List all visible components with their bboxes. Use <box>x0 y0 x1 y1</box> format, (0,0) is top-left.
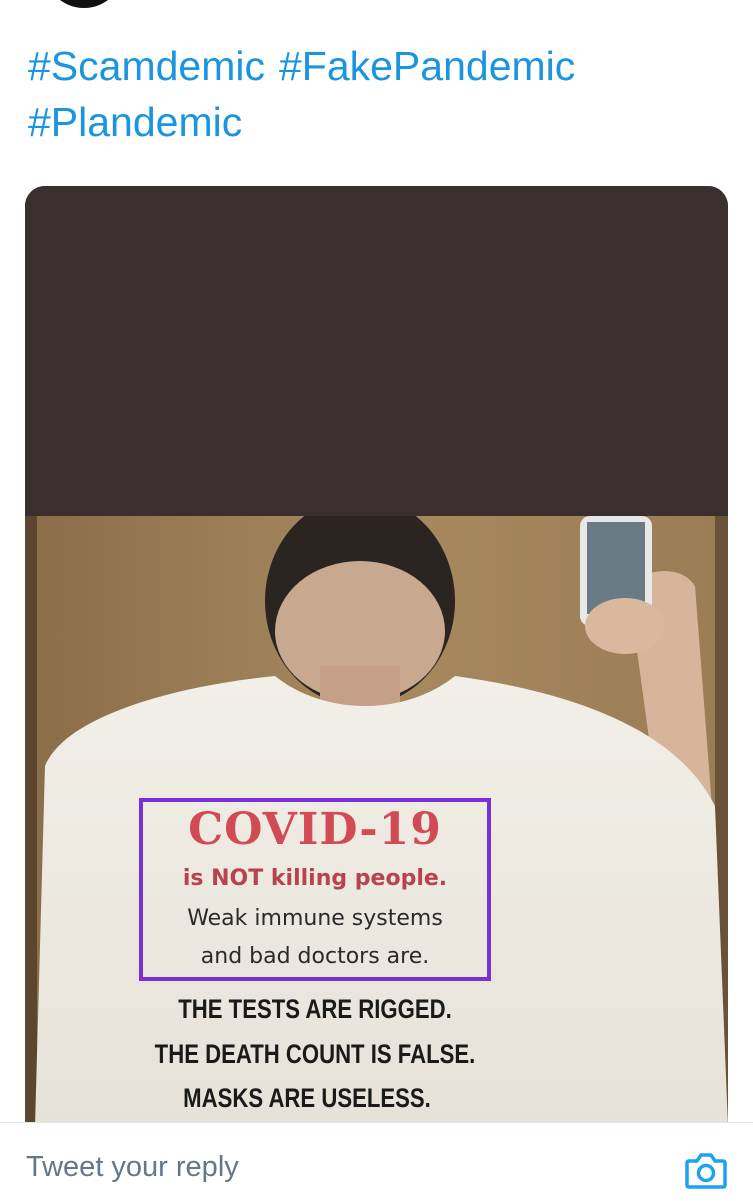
photo[interactable]: COVID-19 is NOT killing people. Weak imm… <box>25 516 728 1126</box>
hashtag-link[interactable]: #Plandemic <box>28 99 242 145</box>
camera-icon[interactable] <box>683 1147 729 1193</box>
tweet-media[interactable]: COVID-19 is NOT killing people. Weak imm… <box>25 186 728 1126</box>
hashtag-link[interactable]: #Scamdemic <box>28 43 265 89</box>
tweet-text: #Scamdemic #FakePandemic #Plandemic <box>28 38 728 150</box>
hashtag-link[interactable]: #FakePandemic <box>279 43 575 89</box>
redacted-region <box>25 186 728 516</box>
reply-bar: Tweet your reply <box>0 1122 753 1201</box>
avatar[interactable] <box>44 0 124 8</box>
reply-input[interactable]: Tweet your reply <box>26 1151 239 1184</box>
photo-illustration <box>25 516 728 1126</box>
